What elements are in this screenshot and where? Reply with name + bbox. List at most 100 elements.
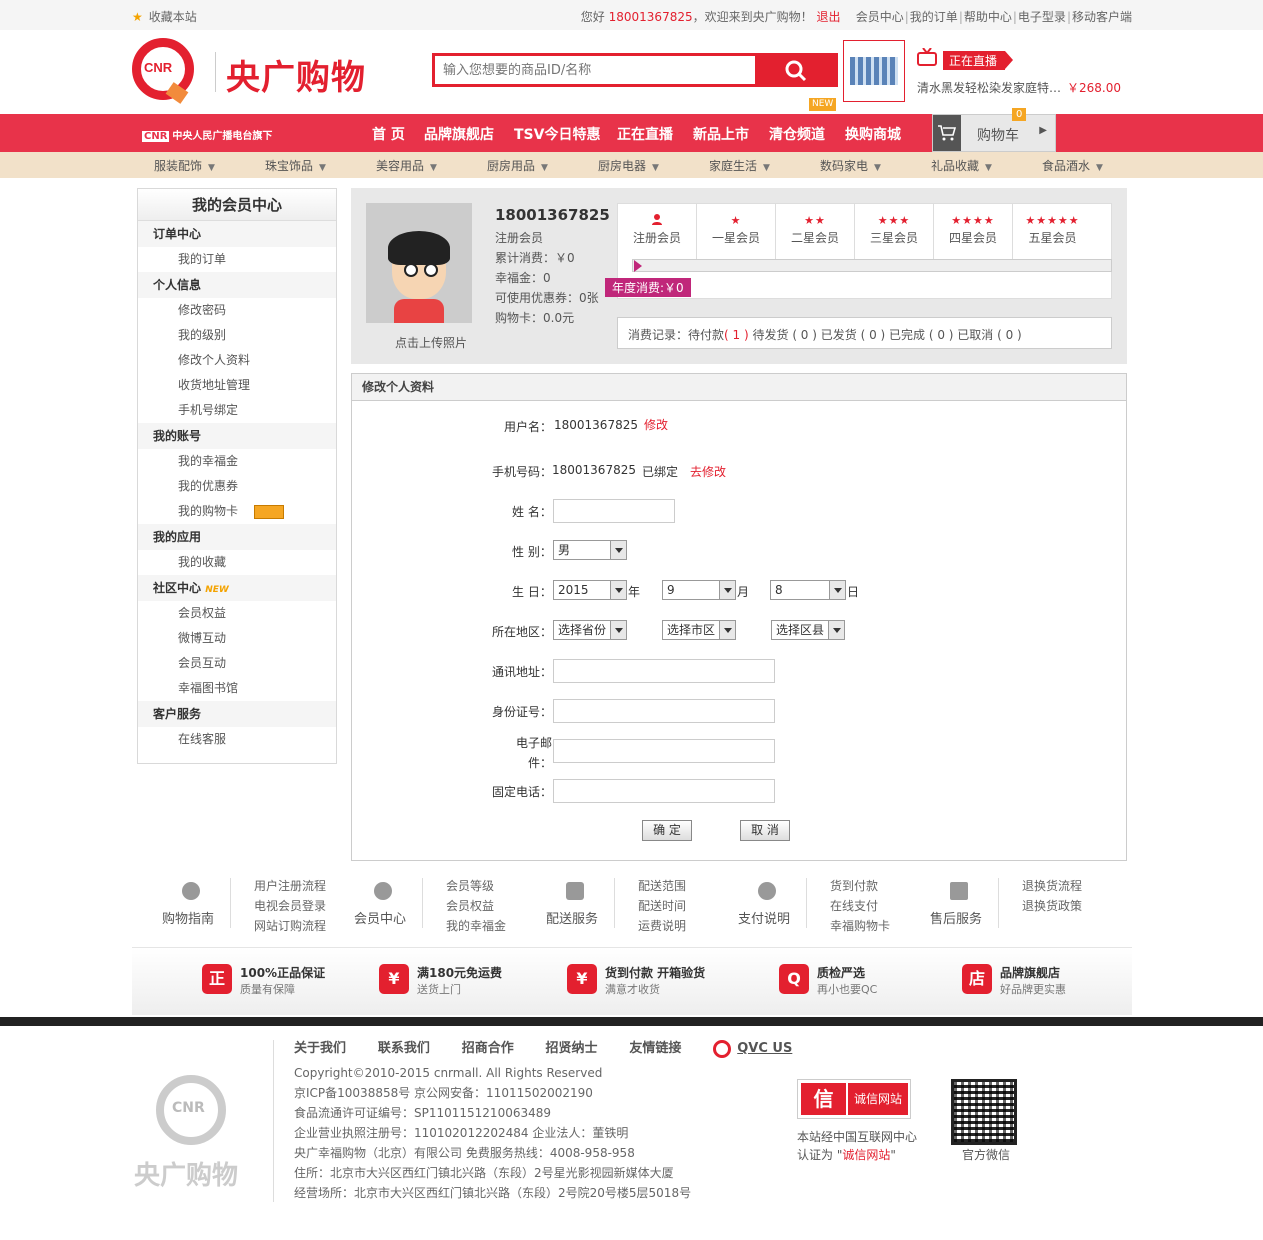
live-tag: 正在直播 [943, 51, 1014, 70]
logo-icon: CNR [156, 1075, 226, 1145]
category-item[interactable]: 厨房电器 ▼ [598, 157, 659, 174]
footer-link-careers[interactable]: 招贤纳士 [546, 1041, 626, 1056]
city-select[interactable]: 选择市区 [662, 620, 736, 640]
live-product-thumbnail[interactable] [843, 40, 905, 102]
footer-link-friends[interactable]: 友情链接 [629, 1041, 709, 1056]
search-button[interactable] [755, 56, 835, 84]
sidebar-item-my-orders[interactable]: 我的订单 [138, 247, 336, 272]
help-link[interactable]: 用户注册流程 [254, 876, 326, 896]
sidebar-item-favorites[interactable]: 我的收藏 [138, 550, 336, 575]
birth-month-select[interactable]: 9 [662, 580, 736, 600]
chevron-down-icon [610, 621, 626, 639]
truck-icon [566, 882, 584, 900]
help-link[interactable]: 配送范围 [638, 876, 686, 896]
category-item[interactable]: 食品酒水 ▼ [1042, 157, 1103, 174]
category-item[interactable]: 家庭生活 ▼ [709, 157, 770, 174]
sidebar-item-shopping-card[interactable]: 我的购物卡 [138, 499, 336, 524]
my-orders-link[interactable]: 我的订单 [910, 10, 958, 24]
email-input[interactable] [553, 739, 775, 763]
favorite-link[interactable]: ★ 收藏本站 [132, 8, 197, 25]
sidebar-item-member-benefits[interactable]: 会员权益 [138, 601, 336, 626]
sidebar-item-change-password[interactable]: 修改密码 [138, 298, 336, 323]
footer-link-contact[interactable]: 联系我们 [378, 1041, 458, 1056]
footer-link-business[interactable]: 招商合作 [462, 1041, 542, 1056]
logout-link[interactable]: 退出 [816, 10, 840, 24]
sidebar-item-edit-profile[interactable]: 修改个人资料 [138, 348, 336, 373]
help-link[interactable]: 运费说明 [638, 916, 686, 936]
birth-day-select[interactable]: 8 [770, 580, 846, 600]
sidebar-item-member-interaction[interactable]: 会员互动 [138, 651, 336, 676]
name-input[interactable] [553, 499, 675, 523]
search-input[interactable] [435, 56, 755, 84]
sidebar-group-apps: 我的应用 [138, 524, 336, 550]
gender-select[interactable]: 男 [553, 540, 627, 560]
sidebar-item-weibo[interactable]: 微博互动 [138, 626, 336, 651]
help-link[interactable]: 在线支付 [830, 896, 890, 916]
member-sidebar: 我的会员中心 订单中心 我的订单 个人信息 修改密码 我的级别 修改个人资料 收… [137, 188, 337, 764]
help-link[interactable]: 网站订购流程 [254, 916, 326, 936]
profile-username: 18001367825 [495, 206, 610, 224]
address-input[interactable] [553, 659, 775, 683]
help-link[interactable]: 货到付款 [830, 876, 890, 896]
province-select[interactable]: 选择省份 [553, 620, 627, 640]
nav-exchange-mall[interactable]: 换购商城 [845, 124, 901, 144]
sidebar-item-my-level[interactable]: 我的级别 [138, 323, 336, 348]
change-phone-link[interactable]: 去修改 [690, 463, 726, 480]
page: ★ 收藏本站 您好 18001367825，欢迎来到央广购物！ 退出 会员中心|我… [0, 0, 1263, 1240]
nav-brand-stores[interactable]: 品牌旗舰店 [424, 124, 494, 144]
sidebar-item-phone-binding[interactable]: 手机号绑定 [138, 398, 336, 423]
upload-photo-link[interactable]: 点击上传照片 [395, 334, 467, 351]
form-title: 修改个人资料 [352, 374, 1126, 401]
birth-year-select[interactable]: 2015 [553, 580, 627, 600]
category-item[interactable]: 厨房用品 ▼ [487, 157, 548, 174]
sidebar-item-coupons[interactable]: 我的优惠券 [138, 474, 336, 499]
sidebar-item-addresses[interactable]: 收货地址管理 [138, 373, 336, 398]
help-link[interactable]: 我的幸福金 [446, 916, 506, 936]
help-link[interactable]: 退换货流程 [1022, 876, 1082, 896]
user-phone: 18001367825 [608, 10, 693, 24]
help-link[interactable]: 退换货政策 [1022, 896, 1082, 916]
member-center-link[interactable]: 会员中心 [856, 10, 904, 24]
district-select[interactable]: 选择区县 [771, 620, 845, 640]
nav-home[interactable]: 首 页 [372, 124, 405, 144]
category-item[interactable]: 数码家电 ▼ [820, 157, 881, 174]
help-link[interactable]: 会员权益 [446, 896, 506, 916]
cart-button[interactable]: 0 购物车 ▶ [932, 108, 1056, 152]
sidebar-item-happiness-points[interactable]: 我的幸福金 [138, 449, 336, 474]
sidebar-item-library[interactable]: 幸福图书馆 [138, 676, 336, 701]
id-card-input[interactable] [553, 699, 775, 723]
live-product-name[interactable]: 清水黑发轻松染发家庭特… [917, 79, 1061, 96]
nav-clearance[interactable]: 清仓频道 [769, 124, 825, 144]
landline-input[interactable] [553, 779, 775, 803]
chevron-down-icon: ▼ [319, 163, 326, 173]
piggy-bank-icon [374, 882, 392, 900]
help-link[interactable]: 会员等级 [446, 876, 506, 896]
help-link[interactable]: 电视会员登录 [254, 896, 326, 916]
edit-username-link[interactable]: 修改 [644, 416, 668, 433]
nav-live[interactable]: 正在直播 [617, 124, 673, 144]
help-link[interactable]: 配送时间 [638, 896, 686, 916]
phone-status: 已绑定 [642, 465, 679, 479]
nav-tsv-deals[interactable]: TSV今日特惠 [514, 124, 600, 144]
cancel-button[interactable]: 取 消 [740, 820, 790, 841]
catalog-link[interactable]: 电子型录 [1018, 10, 1066, 24]
help-center-link[interactable]: 帮助中心 [964, 10, 1012, 24]
category-item[interactable]: 美容用品 ▼ [376, 157, 437, 174]
shopping-card-balance: 购物卡：0.0元 [495, 311, 575, 325]
confirm-button[interactable]: 确 定 [642, 820, 692, 841]
help-link[interactable]: 幸福购物卡 [830, 916, 890, 936]
new-badge: NEW [809, 98, 837, 111]
trusted-site-badge[interactable]: 信 诚信网站 [797, 1079, 911, 1119]
mobile-client-link[interactable]: 移动客户端 [1072, 10, 1132, 24]
avatar[interactable] [366, 203, 472, 323]
footer-link-qvc[interactable]: QVC US [713, 1039, 820, 1058]
category-item[interactable]: 珠宝饰品 ▼ [265, 157, 326, 174]
sidebar-item-online-service[interactable]: 在线客服 [138, 727, 336, 752]
level-two-star: ★★ 二星会员 [776, 204, 855, 259]
pending-payment-link[interactable]: 待付款 [688, 328, 724, 342]
category-item[interactable]: 服装配饰 ▼ [154, 157, 215, 174]
category-item[interactable]: 礼品收藏 ▼ [931, 157, 992, 174]
nav-new-arrivals[interactable]: 新品上市 [693, 124, 749, 144]
level-five-star: ★★★★★ 五星会员 [1013, 204, 1092, 259]
footer-link-about[interactable]: 关于我们 [294, 1041, 374, 1056]
